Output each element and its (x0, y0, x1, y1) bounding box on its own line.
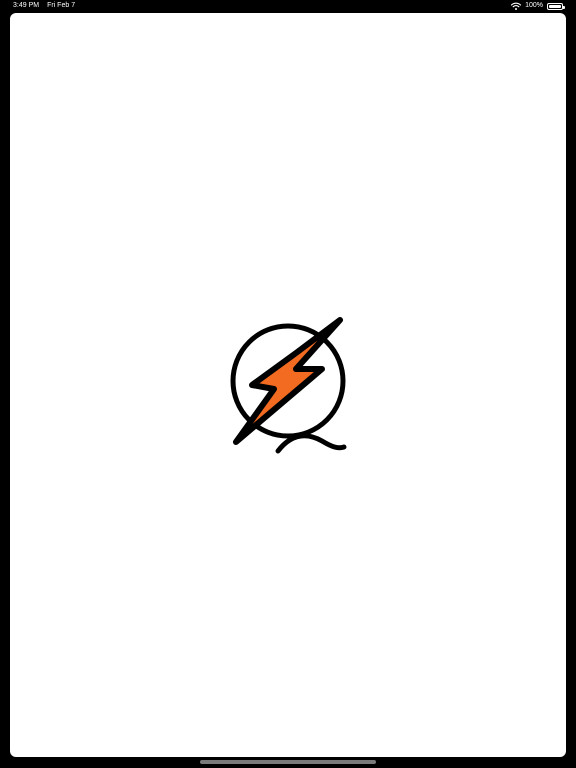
home-indicator[interactable] (200, 760, 376, 764)
battery-fill (549, 4, 561, 8)
screen: 3:49 PM Fri Feb 7 100% (0, 0, 576, 768)
status-right: 100% (511, 0, 565, 12)
lightning-bolt-q-logo (230, 317, 347, 454)
status-time: 3:49 PM (13, 2, 40, 9)
battery-percent: 100% (525, 2, 543, 9)
status-date: Fri Feb 7 (47, 2, 76, 9)
battery-tip (563, 5, 565, 9)
status-bar: 3:49 PM Fri Feb 7 100% (0, 0, 576, 12)
status-left: 3:49 PM Fri Feb 7 (13, 0, 75, 12)
battery-icon (547, 2, 565, 10)
wifi-icon (511, 2, 522, 10)
